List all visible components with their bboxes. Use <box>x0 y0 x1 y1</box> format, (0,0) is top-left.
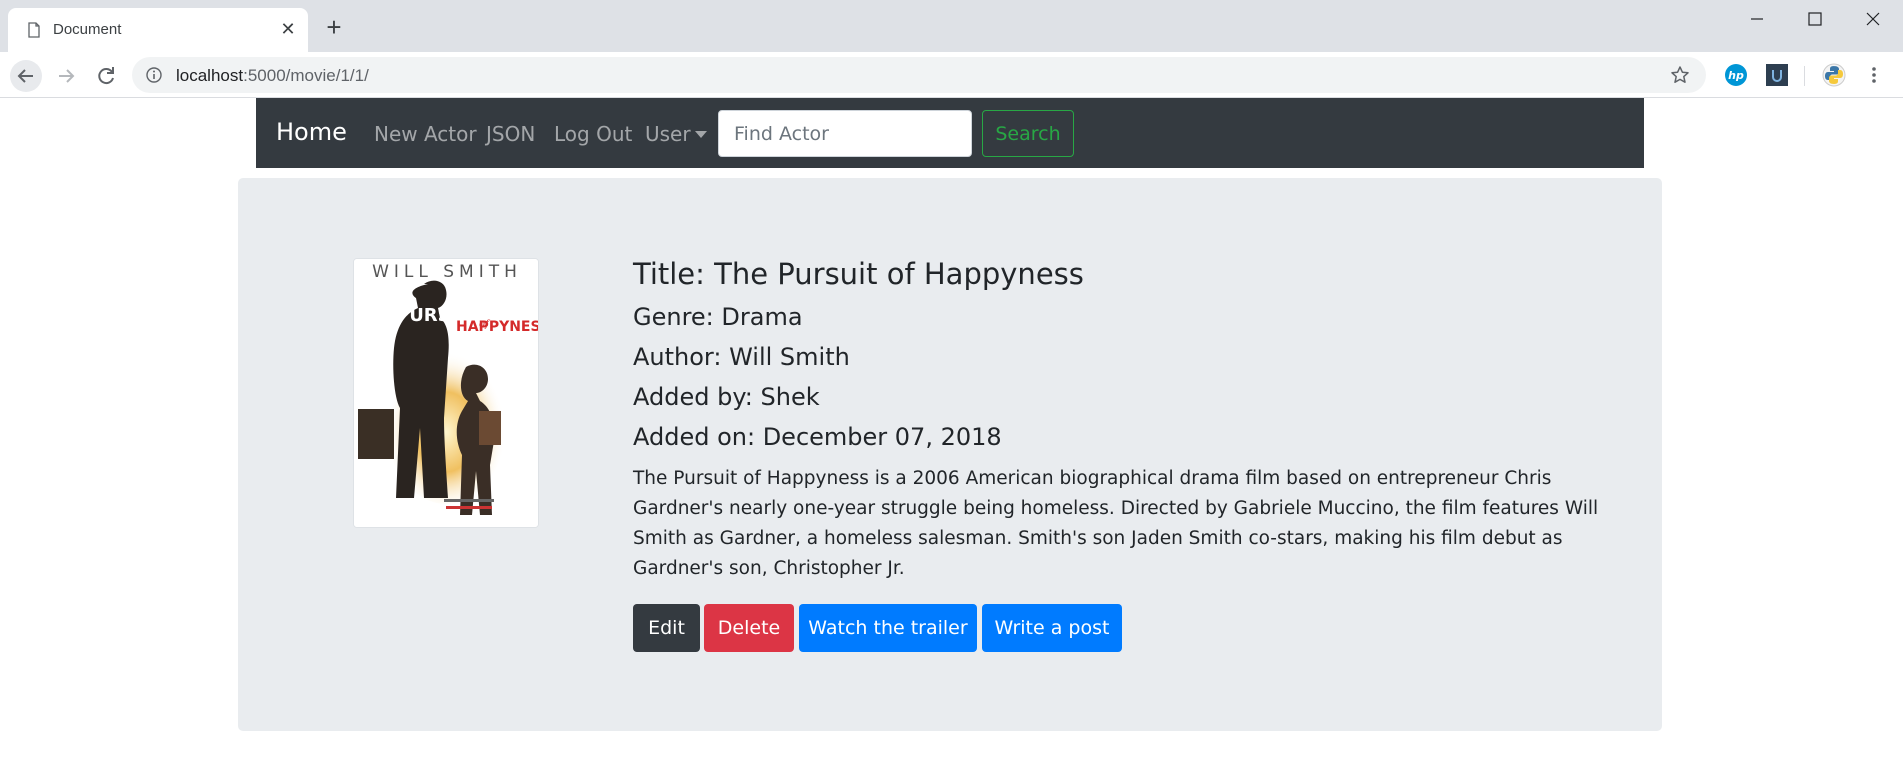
nav-log-out[interactable]: Log Out <box>554 122 632 146</box>
edit-button[interactable]: Edit <box>633 604 700 652</box>
hp-extension-icon[interactable]: hp <box>1724 63 1748 87</box>
caret-down-icon[interactable] <box>695 131 707 138</box>
poster-title-happyness: HAPPYNESS <box>456 319 538 335</box>
movie-title: Title: The Pursuit of Happyness <box>633 257 1084 291</box>
movie-poster: the PURSUIT of HAPPYNESS WILL SMITH <box>353 258 539 528</box>
maximize-icon[interactable] <box>1788 4 1842 34</box>
browser-tabstrip: Document ✕ + <box>0 0 1903 52</box>
tab-close-icon[interactable]: ✕ <box>278 20 298 40</box>
new-tab-icon[interactable]: + <box>320 14 348 42</box>
movie-author: Author: Will Smith <box>633 342 850 371</box>
reload-icon[interactable] <box>90 60 122 92</box>
poster-actor-name: WILL SMITH <box>372 262 522 282</box>
v-extension-icon[interactable] <box>1765 63 1789 87</box>
svg-text:hp: hp <box>1728 69 1744 82</box>
movie-details: Title: The Pursuit of Happyness Genre: D… <box>633 256 1613 584</box>
write-post-button[interactable]: Write a post <box>982 604 1122 652</box>
star-icon[interactable] <box>1670 65 1690 85</box>
nav-user-dropdown[interactable]: User <box>645 122 691 146</box>
poster-title-the: the <box>373 308 395 323</box>
site-navbar: Home New Actor JSON Log Out User Search <box>256 98 1644 168</box>
browser-toolbar: localhost:5000/movie/1/1/ hp <box>0 52 1903 98</box>
python-extension-icon[interactable] <box>1822 63 1846 87</box>
more-vert-icon[interactable] <box>1864 65 1884 85</box>
nav-new-actor[interactable]: New Actor <box>374 122 477 146</box>
address-bar[interactable]: localhost:5000/movie/1/1/ <box>132 57 1706 93</box>
movie-genre: Genre: Drama <box>633 302 803 331</box>
delete-button[interactable]: Delete <box>704 604 794 652</box>
movie-card: the PURSUIT of HAPPYNESS WILL SMITH Titl… <box>238 178 1662 731</box>
arrow-right-icon[interactable] <box>50 60 82 92</box>
find-actor-input[interactable] <box>718 110 972 157</box>
document-icon <box>28 22 40 38</box>
tab-title: Document <box>53 21 122 38</box>
window-close-icon[interactable] <box>1846 4 1900 34</box>
url-path: :5000/movie/1/1/ <box>243 66 369 85</box>
info-icon[interactable] <box>146 67 162 83</box>
url-host: localhost <box>176 66 244 85</box>
movie-added-on: Added on: December 07, 2018 <box>633 422 1002 451</box>
movie-added-by: Added by: Shek <box>633 382 820 411</box>
nav-json[interactable]: JSON <box>486 122 535 146</box>
movie-description: The Pursuit of Happyness is a 2006 Ameri… <box>633 467 1599 579</box>
poster-art: the PURSUIT of HAPPYNESS <box>354 259 538 527</box>
arrow-left-icon[interactable] <box>10 60 42 92</box>
toolbar-divider <box>1804 66 1805 86</box>
search-button[interactable]: Search <box>982 110 1074 157</box>
url-text[interactable]: localhost:5000/movie/1/1/ <box>176 66 369 86</box>
brand-home-link[interactable]: Home <box>276 118 347 146</box>
minimize-icon[interactable] <box>1730 4 1784 34</box>
browser-tab[interactable]: Document ✕ <box>8 8 308 52</box>
watch-trailer-button[interactable]: Watch the trailer <box>799 604 977 652</box>
